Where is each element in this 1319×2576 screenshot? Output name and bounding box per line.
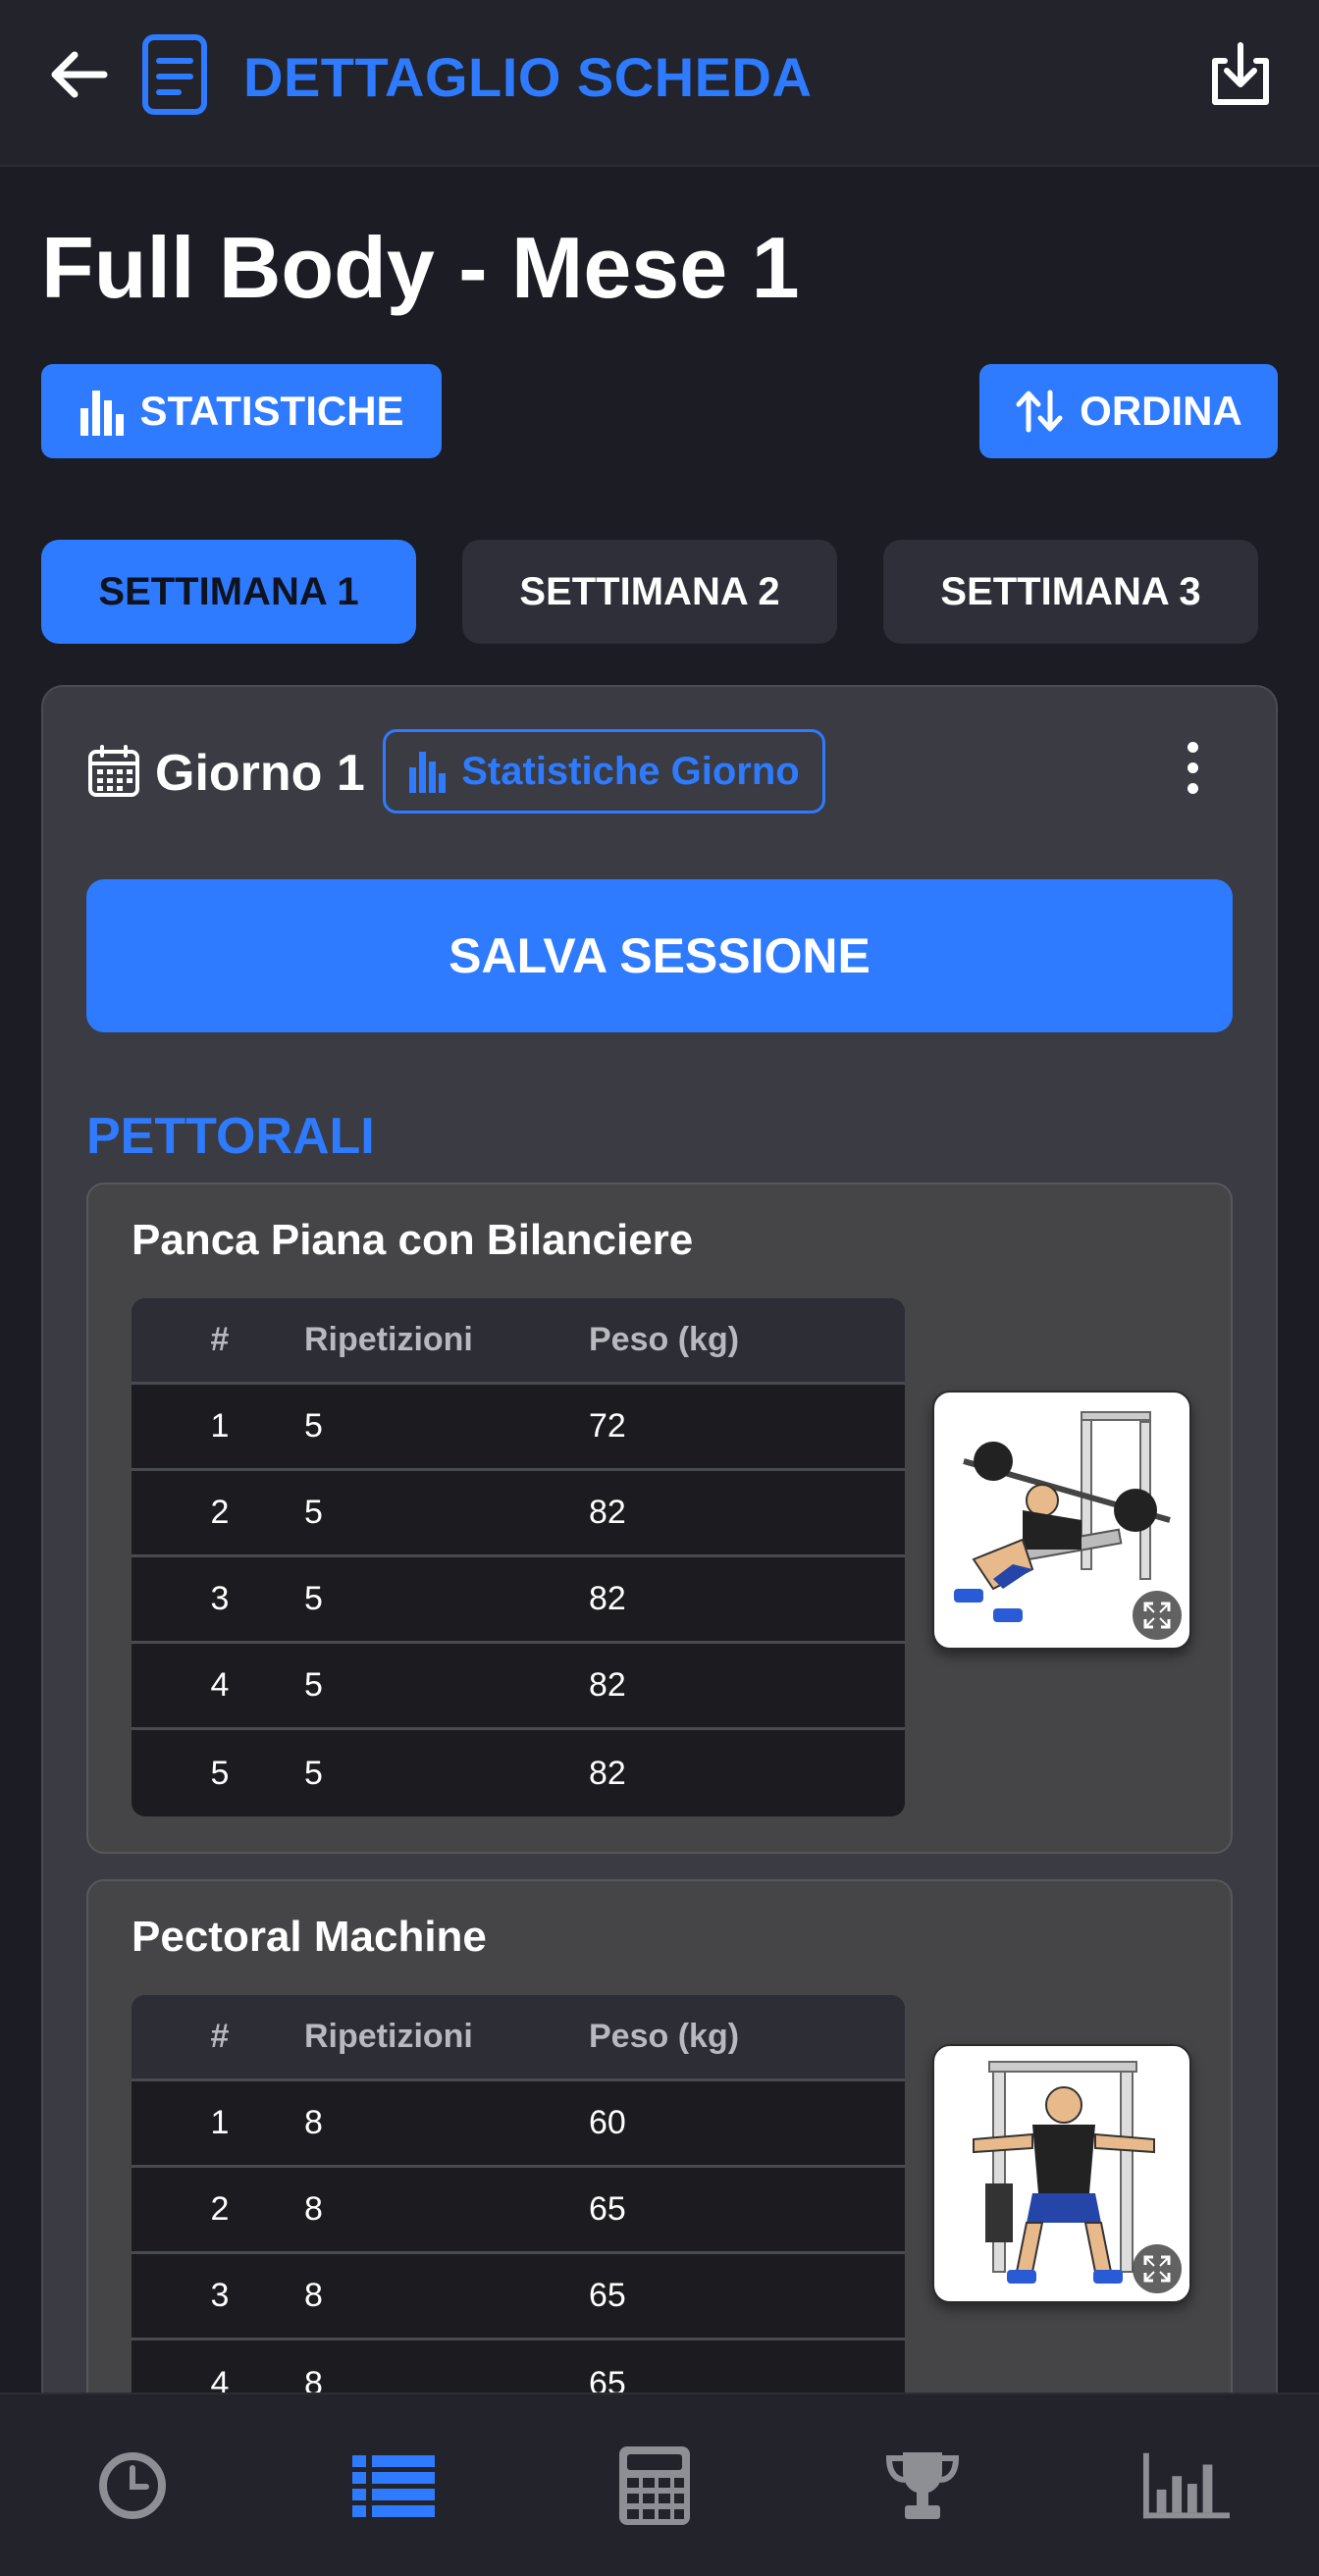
calculator-icon [619,2446,690,2525]
set-weight: 65 [589,2277,626,2314]
download-button[interactable] [1203,37,1278,112]
table-row[interactable]: 1 8 60 [132,2081,905,2168]
bar-chart-icon [80,391,125,436]
muscle-group-title: PETTORALI [86,1108,375,1165]
table-row[interactable]: 2 5 82 [132,1471,905,1557]
sets-table: # Ripetizioni Peso (kg) 1 5 72 2 5 82 3 … [132,1298,905,1816]
set-number: 1 [210,2104,230,2141]
save-session-button[interactable]: SALVA SESSIONE [86,879,1233,1032]
statistics-button[interactable]: STATISTICHE [41,364,442,458]
set-reps: 8 [304,2277,323,2314]
sort-label: ORDINA [1080,388,1242,434]
set-reps: 5 [304,1754,323,1792]
set-weight: 82 [589,1494,626,1531]
bottom-navigation [0,2392,1319,2576]
table-row[interactable]: 1 5 72 [132,1385,905,1471]
set-weight: 65 [589,2190,626,2228]
header-weight: Peso (kg) [589,2018,740,2055]
exercise-card: Panca Piana con Bilanciere # Ripetizioni… [86,1183,1233,1854]
set-number: 5 [210,1754,230,1792]
download-icon [1212,42,1269,105]
exercise-image[interactable] [932,1391,1191,1650]
set-number: 2 [210,1494,230,1531]
top-app-bar: DETTAGLIO SCHEDA [0,0,1319,167]
set-reps: 5 [304,1666,323,1704]
set-reps: 5 [304,1580,323,1617]
set-weight: 60 [589,2104,626,2141]
arrow-left-icon [51,51,108,98]
set-weight: 82 [589,1666,626,1704]
set-number: 1 [210,1407,230,1445]
statistics-label: STATISTICHE [139,388,404,434]
table-row[interactable]: 4 5 82 [132,1644,905,1730]
set-reps: 8 [304,2104,323,2141]
set-number: 3 [210,2277,230,2314]
nav-records[interactable] [878,2442,967,2530]
document-icon [141,33,208,116]
nav-calculator[interactable] [610,2442,699,2530]
table-header: # Ripetizioni Peso (kg) [132,1298,905,1385]
set-weight: 82 [589,1754,626,1792]
table-header: # Ripetizioni Peso (kg) [132,1995,905,2081]
bar-chart-icon [1142,2452,1230,2519]
sort-arrows-icon [1016,390,1063,433]
set-number: 2 [210,2190,230,2228]
exercise-name: Panca Piana con Bilanciere [132,1216,694,1264]
tab-week-3[interactable]: SETTIMANA 3 [883,540,1258,644]
expand-icon[interactable] [1133,2244,1182,2293]
expand-icon[interactable] [1133,1591,1182,1640]
back-button[interactable] [43,39,114,110]
tab-week-1[interactable]: SETTIMANA 1 [41,540,416,644]
page-title: Full Body - Mese 1 [41,219,800,316]
nav-history[interactable] [88,2442,177,2530]
header-reps: Ripetizioni [304,2018,473,2055]
set-weight: 72 [589,1407,626,1445]
header-reps: Ripetizioni [304,1321,473,1358]
tab-week-2[interactable]: SETTIMANA 2 [462,540,837,644]
sets-table: # Ripetizioni Peso (kg) 1 8 60 2 8 65 3 … [132,1995,905,2427]
nav-workouts[interactable] [349,2442,438,2530]
set-number: 3 [210,1580,230,1617]
header-num: # [210,2018,230,2055]
table-row[interactable]: 2 8 65 [132,2168,905,2254]
trophy-icon [885,2452,960,2519]
bar-chart-icon [409,752,447,793]
calendar-icon [86,744,141,799]
exercise-name: Pectoral Machine [132,1913,487,1961]
set-reps: 5 [304,1494,323,1531]
nav-statistics[interactable] [1141,2442,1230,2530]
header-weight: Peso (kg) [589,1321,740,1358]
header-num: # [210,1321,230,1358]
more-options-icon[interactable] [1187,742,1198,801]
day-statistics-button[interactable]: Statistiche Giorno [383,729,825,814]
clock-icon [99,2452,166,2519]
set-number: 4 [210,1666,230,1704]
set-reps: 5 [304,1407,323,1445]
set-weight: 82 [589,1580,626,1617]
list-icon [352,2455,435,2517]
screen-title: DETTAGLIO SCHEDA [243,46,813,108]
day-statistics-label: Statistiche Giorno [461,749,800,793]
day-title: Giorno 1 [155,745,365,802]
table-row[interactable]: 5 5 82 [132,1730,905,1816]
table-row[interactable]: 3 8 65 [132,2254,905,2340]
sort-button[interactable]: ORDINA [979,364,1278,458]
table-row[interactable]: 3 5 82 [132,1557,905,1644]
exercise-image[interactable] [932,2044,1191,2303]
set-reps: 8 [304,2190,323,2228]
